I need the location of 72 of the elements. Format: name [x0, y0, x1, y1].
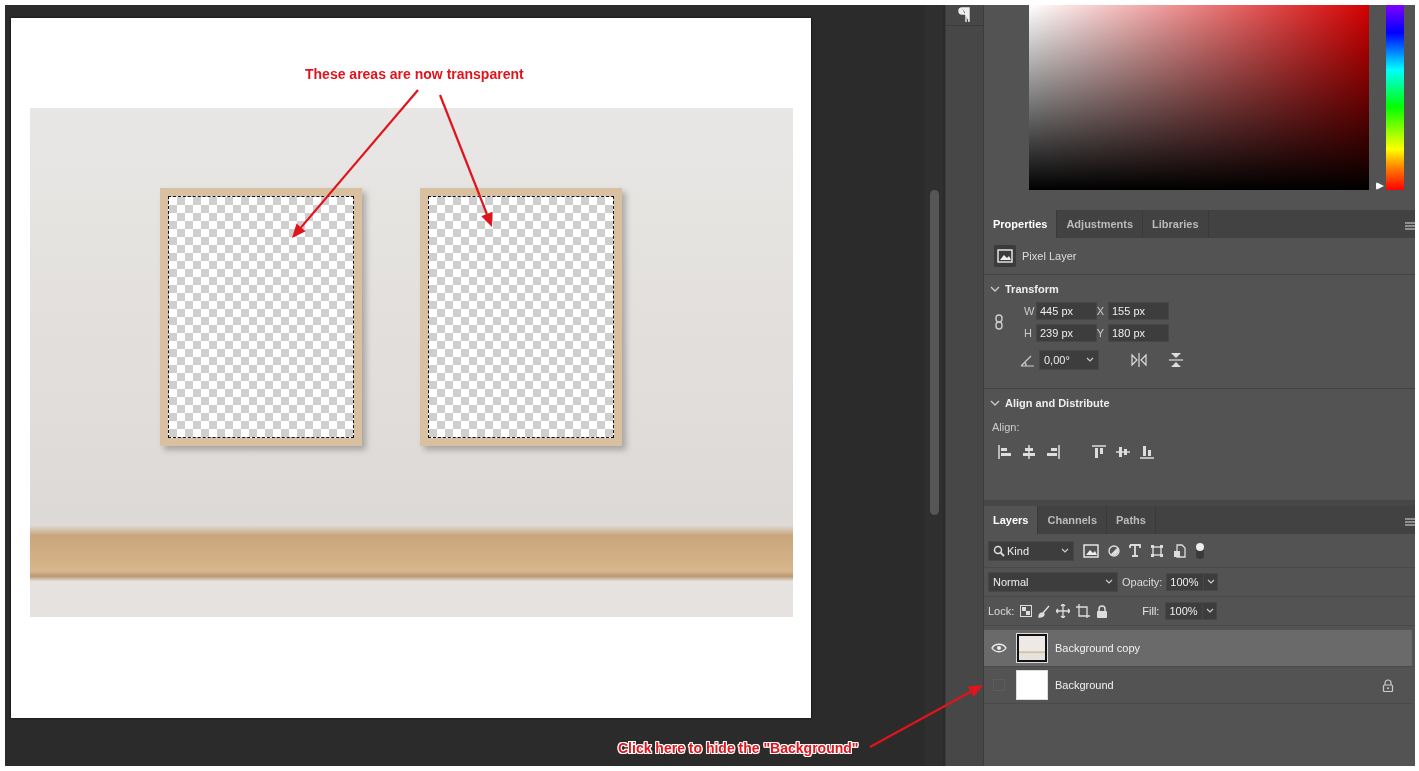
annotation-text: These areas are now transparent — [305, 66, 524, 82]
align-center-icon[interactable] — [1022, 445, 1036, 459]
link-icon[interactable] — [994, 314, 1004, 330]
percent-field[interactable]: 100% — [1166, 573, 1205, 591]
toggle-icon[interactable] — [1195, 541, 1205, 560]
chevron-down-icon[interactable] — [990, 399, 1000, 407]
field-label: W — [1024, 305, 1034, 317]
lock-icon[interactable] — [1096, 604, 1109, 618]
layer-row[interactable]: Background — [984, 667, 1412, 704]
opacity-label: Opacity: — [1122, 576, 1163, 588]
angle-icon — [1020, 353, 1035, 367]
align-bottom-icon[interactable] — [1140, 445, 1154, 459]
caret-icon — [1105, 579, 1113, 585]
eye-icon[interactable] — [991, 643, 1007, 653]
angle-value: 0,00° — [1044, 354, 1070, 366]
number-field[interactable]: 180 px — [1108, 324, 1169, 342]
caret-icon — [1205, 608, 1214, 614]
number-field[interactable]: 155 px — [1108, 302, 1169, 320]
image-filter-icon[interactable] — [1083, 543, 1099, 558]
dropdown-button[interactable] — [1204, 573, 1219, 591]
move-icon[interactable] — [1056, 604, 1071, 618]
checkerboard-icon[interactable] — [1020, 605, 1033, 617]
caret-icon — [1086, 357, 1094, 363]
angle-dropdown[interactable]: 0,00° — [1039, 350, 1099, 370]
hue-slider[interactable] — [1376, 5, 1404, 190]
section-title: Transform — [1005, 283, 1059, 295]
section-title: Align and Distribute — [1005, 397, 1110, 409]
blend-mode-value: Normal — [993, 576, 1029, 588]
panel-menu-icon[interactable] — [1405, 222, 1415, 230]
fill-label: Fill: — [1142, 605, 1160, 617]
scrollbar-thumb[interactable] — [929, 190, 939, 515]
smart-object-filter-icon[interactable] — [1173, 543, 1186, 558]
caret-icon — [1206, 579, 1215, 585]
chevron-down-icon[interactable] — [990, 285, 1000, 293]
filter-label: Kind — [1007, 544, 1030, 557]
flip-vertical-icon[interactable] — [1169, 352, 1183, 368]
search-icon — [993, 544, 1005, 557]
align-top-icon[interactable] — [1092, 445, 1106, 459]
brush-icon[interactable] — [1038, 604, 1051, 618]
layer-name: Background — [1055, 679, 1115, 691]
align-middle-icon[interactable] — [1116, 445, 1130, 459]
color-field[interactable] — [1029, 5, 1369, 190]
align-right-icon[interactable] — [1046, 445, 1060, 459]
field-label: X — [1096, 305, 1105, 317]
adjustment-filter-icon[interactable] — [1108, 544, 1120, 557]
flip-horizontal-icon[interactable] — [1131, 353, 1147, 367]
layer-thumbnail — [1016, 670, 1048, 700]
panel-tab[interactable]: Layers — [984, 506, 1039, 534]
align-left-icon[interactable] — [998, 445, 1012, 459]
lock-icon[interactable] — [1382, 678, 1394, 692]
dropdown-button[interactable] — [1203, 602, 1218, 620]
layer-name: Background copy — [1055, 642, 1141, 654]
layer-type-label: Pixel Layer — [1022, 250, 1077, 262]
type-filter-icon[interactable] — [1129, 544, 1141, 557]
hue-slider-thumb[interactable] — [1376, 182, 1384, 190]
field-label: H — [1024, 327, 1033, 339]
field-label: Y — [1096, 327, 1105, 339]
number-field[interactable]: 239 px — [1036, 324, 1097, 342]
lock-label: Lock: — [988, 605, 1015, 617]
panel-tab[interactable]: Properties — [984, 210, 1058, 238]
number-field[interactable]: 445 px — [1036, 302, 1097, 320]
align-label: Align: — [992, 421, 1021, 433]
layer-thumbnail — [1016, 633, 1048, 663]
panel-menu-icon[interactable] — [1405, 518, 1415, 526]
layer-row[interactable]: Background copy — [984, 630, 1412, 667]
caret-icon — [1061, 547, 1069, 554]
annotation-text: Click here to hide the "Background" — [618, 740, 859, 756]
shape-filter-icon[interactable] — [1150, 543, 1164, 558]
paragraph-icon[interactable] — [956, 7, 973, 23]
percent-field[interactable]: 100% — [1165, 602, 1204, 620]
blend-mode-dropdown[interactable]: Normal — [988, 572, 1118, 592]
filter-dropdown[interactable]: Kind — [988, 540, 1074, 561]
